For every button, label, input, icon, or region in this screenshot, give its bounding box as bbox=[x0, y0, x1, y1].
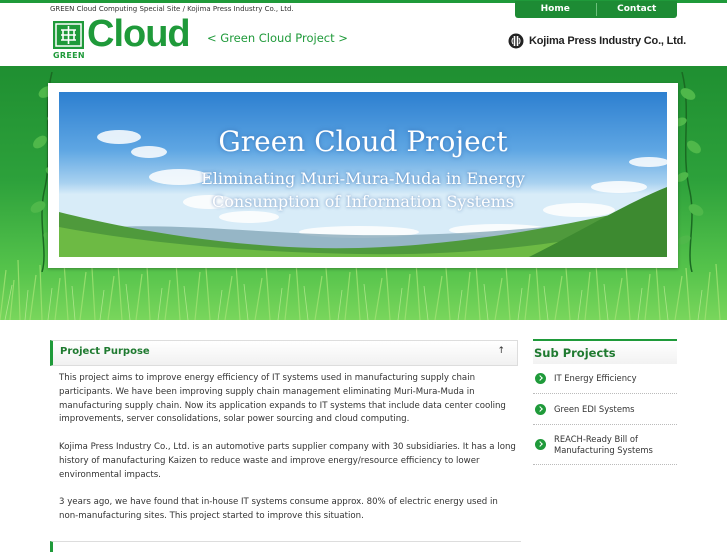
logo-green-text: GREEN bbox=[53, 51, 85, 60]
sidebar-item-green-edi-systems[interactable]: Green EDI Systems bbox=[533, 394, 677, 425]
next-section-header bbox=[50, 541, 521, 552]
section-title: Project Purpose bbox=[60, 346, 150, 357]
section-header: Project Purpose ↑ bbox=[50, 340, 518, 366]
logo-emblem-icon[interactable] bbox=[53, 21, 84, 49]
sidebar-item-it-energy-efficiency[interactable]: IT Energy Efficiency bbox=[533, 364, 677, 394]
sidebar: Sub Projects IT Energy Efficiency Green … bbox=[533, 339, 677, 465]
company-brand[interactable]: Kojima Press Industry Co., Ltd. bbox=[508, 33, 686, 49]
paragraph: This project aims to improve energy effi… bbox=[59, 373, 506, 425]
sidebar-item-reach-ready-bom[interactable]: REACH-Ready Bill of Manufacturing System… bbox=[533, 425, 677, 465]
banner-subtitle-line2: Consumption of Information Systems bbox=[212, 192, 514, 211]
arrow-circle-icon bbox=[535, 439, 546, 450]
hero-banner: Green Cloud Project Eliminating Muri-Mur… bbox=[59, 92, 667, 257]
sidebar-title: Sub Projects bbox=[533, 339, 677, 364]
section-body: This project aims to improve energy effi… bbox=[50, 366, 518, 524]
paragraph: 3 years ago, we have found that in-house… bbox=[59, 497, 498, 521]
arrow-circle-icon bbox=[535, 373, 546, 384]
company-name: Kojima Press Industry Co., Ltd. bbox=[529, 35, 686, 47]
main-content: Project Purpose ↑ This project aims to i… bbox=[50, 340, 518, 538]
sidebar-item-label: REACH-Ready Bill of Manufacturing System… bbox=[554, 433, 653, 455]
logo-cloud-text[interactable]: Cloud bbox=[87, 13, 191, 56]
company-logo-icon bbox=[508, 33, 524, 49]
back-to-top-icon[interactable]: ↑ bbox=[497, 346, 505, 356]
ivy-right-decoration bbox=[673, 72, 704, 272]
top-nav: Home Contact bbox=[515, 1, 677, 18]
header-subtitle: < Green Cloud Project > bbox=[207, 31, 348, 45]
arrow-circle-icon bbox=[535, 403, 546, 415]
nav-contact-link[interactable]: Contact bbox=[597, 1, 678, 18]
site-tagline: GREEN Cloud Computing Special Site / Koj… bbox=[50, 5, 294, 13]
banner-subtitle-line1: Eliminating Muri-Mura-Muda in Energy bbox=[201, 169, 525, 188]
banner-title: Green Cloud Project bbox=[218, 125, 508, 158]
paragraph: Kojima Press Industry Co., Ltd. is an au… bbox=[59, 441, 516, 480]
nav-home-link[interactable]: Home bbox=[515, 1, 596, 18]
sidebar-item-label: IT Energy Efficiency bbox=[554, 373, 637, 383]
sidebar-item-label: Green EDI Systems bbox=[554, 403, 635, 414]
